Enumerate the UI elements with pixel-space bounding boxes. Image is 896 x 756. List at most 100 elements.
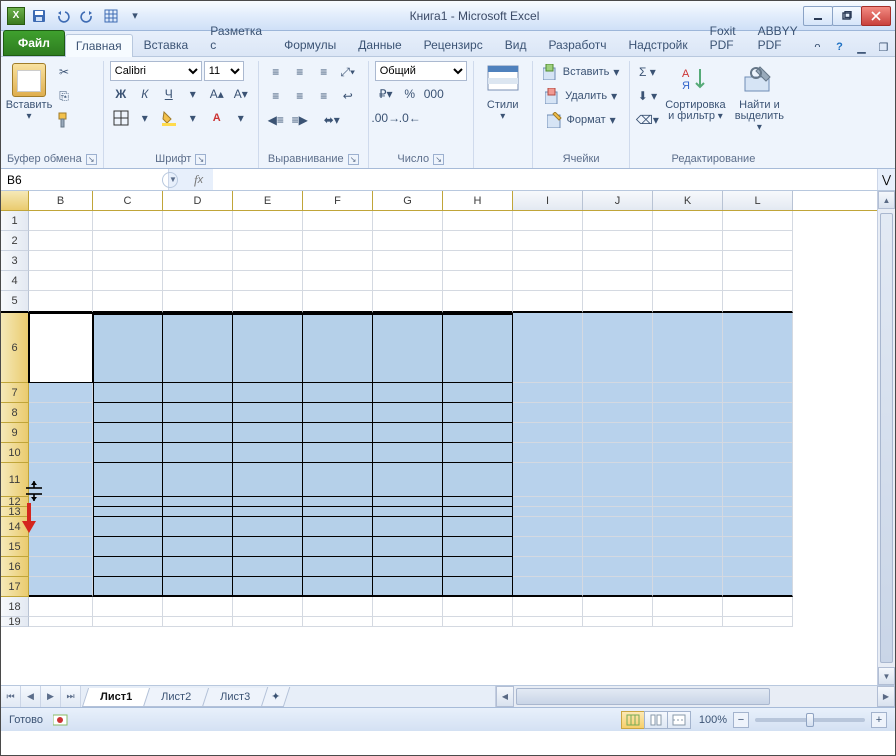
cell-H16[interactable] — [443, 557, 513, 577]
row-header-18[interactable]: 18 — [1, 597, 29, 617]
help-icon[interactable]: ? — [830, 38, 848, 56]
cell-L10[interactable] — [723, 443, 793, 463]
col-header-I[interactable]: I — [513, 191, 583, 210]
cell-J17[interactable] — [583, 577, 653, 597]
cell-L15[interactable] — [723, 537, 793, 557]
cell-E15[interactable] — [233, 537, 303, 557]
horizontal-scrollbar[interactable]: ◀ ▶ — [495, 686, 895, 707]
cell-C2[interactable] — [93, 231, 163, 251]
cell-J1[interactable] — [583, 211, 653, 231]
view-page-break-button[interactable] — [667, 711, 691, 729]
new-sheet-button[interactable]: ✦ — [261, 687, 291, 707]
font-name-select[interactable]: Calibri — [110, 61, 202, 81]
cell-C15[interactable] — [93, 537, 163, 557]
cell-H13[interactable] — [443, 507, 513, 517]
cell-G13[interactable] — [373, 507, 443, 517]
col-header-J[interactable]: J — [583, 191, 653, 210]
borders-icon[interactable] — [110, 107, 132, 129]
cell-J9[interactable] — [583, 423, 653, 443]
cell-G18[interactable] — [373, 597, 443, 617]
cell-I12[interactable] — [513, 497, 583, 507]
cell-F18[interactable] — [303, 597, 373, 617]
cell-H8[interactable] — [443, 403, 513, 423]
cell-L3[interactable] — [723, 251, 793, 271]
cell-C6[interactable] — [93, 313, 163, 383]
cell-K7[interactable] — [653, 383, 723, 403]
formula-input[interactable] — [213, 169, 877, 190]
cell-B3[interactable] — [29, 251, 93, 271]
cell-H17[interactable] — [443, 577, 513, 597]
col-header-L[interactable]: L — [723, 191, 793, 210]
align-bottom-icon[interactable]: ≡ — [313, 61, 335, 83]
cell-D5[interactable] — [163, 291, 233, 313]
decrease-font-icon[interactable]: A▾ — [230, 83, 252, 105]
cell-H18[interactable] — [443, 597, 513, 617]
cell-D18[interactable] — [163, 597, 233, 617]
cell-D15[interactable] — [163, 537, 233, 557]
align-left-icon[interactable]: ≡ — [265, 85, 287, 107]
cell-I3[interactable] — [513, 251, 583, 271]
cell-G2[interactable] — [373, 231, 443, 251]
tab-formulas[interactable]: Формулы — [273, 33, 347, 56]
row-header-9[interactable]: 9 — [1, 423, 29, 443]
cell-J11[interactable] — [583, 463, 653, 497]
cell-E17[interactable] — [233, 577, 303, 597]
cell-J15[interactable] — [583, 537, 653, 557]
cell-B8[interactable] — [29, 403, 93, 423]
cell-L11[interactable] — [723, 463, 793, 497]
cell-H2[interactable] — [443, 231, 513, 251]
cell-C9[interactable] — [93, 423, 163, 443]
cell-I4[interactable] — [513, 271, 583, 291]
copy-icon[interactable]: ⎘ — [53, 85, 75, 107]
cell-G4[interactable] — [373, 271, 443, 291]
cell-F3[interactable] — [303, 251, 373, 271]
cell-F10[interactable] — [303, 443, 373, 463]
zoom-slider[interactable] — [755, 718, 865, 722]
cell-G1[interactable] — [373, 211, 443, 231]
cell-K16[interactable] — [653, 557, 723, 577]
cell-E4[interactable] — [233, 271, 303, 291]
row-header-19[interactable]: 19 — [1, 617, 29, 627]
cell-L13[interactable] — [723, 507, 793, 517]
cell-K13[interactable] — [653, 507, 723, 517]
cell-D17[interactable] — [163, 577, 233, 597]
qat-customize-icon[interactable]: ▾ — [125, 5, 145, 27]
cell-K17[interactable] — [653, 577, 723, 597]
cell-D12[interactable] — [163, 497, 233, 507]
cell-C16[interactable] — [93, 557, 163, 577]
cell-H7[interactable] — [443, 383, 513, 403]
fill-color-icon[interactable] — [158, 107, 180, 129]
tab-addins[interactable]: Надстройк — [617, 33, 698, 56]
cell-F15[interactable] — [303, 537, 373, 557]
scroll-up-button[interactable]: ▲ — [878, 191, 895, 209]
view-page-layout-button[interactable] — [644, 711, 668, 729]
cell-E6[interactable] — [233, 313, 303, 383]
cell-J16[interactable] — [583, 557, 653, 577]
cell-B13[interactable] — [29, 507, 93, 517]
alignment-dialog-launcher[interactable]: ↘ — [348, 154, 359, 165]
cell-H12[interactable] — [443, 497, 513, 507]
vscroll-thumb[interactable] — [880, 213, 893, 663]
cell-I15[interactable] — [513, 537, 583, 557]
cell-B2[interactable] — [29, 231, 93, 251]
cell-G19[interactable] — [373, 617, 443, 627]
tab-nav-last[interactable]: ⏭ — [61, 686, 81, 707]
cell-F8[interactable] — [303, 403, 373, 423]
cell-B15[interactable] — [29, 537, 93, 557]
sheet-tab-1[interactable]: Лист1 — [82, 688, 150, 707]
doc-restore-icon[interactable]: ❐ — [874, 38, 892, 56]
cell-B1[interactable] — [29, 211, 93, 231]
cell-B6[interactable] — [29, 313, 93, 383]
cell-C18[interactable] — [93, 597, 163, 617]
cell-I16[interactable] — [513, 557, 583, 577]
cell-F16[interactable] — [303, 557, 373, 577]
zoom-out-button[interactable]: − — [733, 712, 749, 728]
cell-L18[interactable] — [723, 597, 793, 617]
row-header-13[interactable]: 13 — [1, 507, 29, 517]
cell-L16[interactable] — [723, 557, 793, 577]
cell-K15[interactable] — [653, 537, 723, 557]
cell-I6[interactable] — [513, 313, 583, 383]
cell-I9[interactable] — [513, 423, 583, 443]
cell-I10[interactable] — [513, 443, 583, 463]
cell-L12[interactable] — [723, 497, 793, 507]
